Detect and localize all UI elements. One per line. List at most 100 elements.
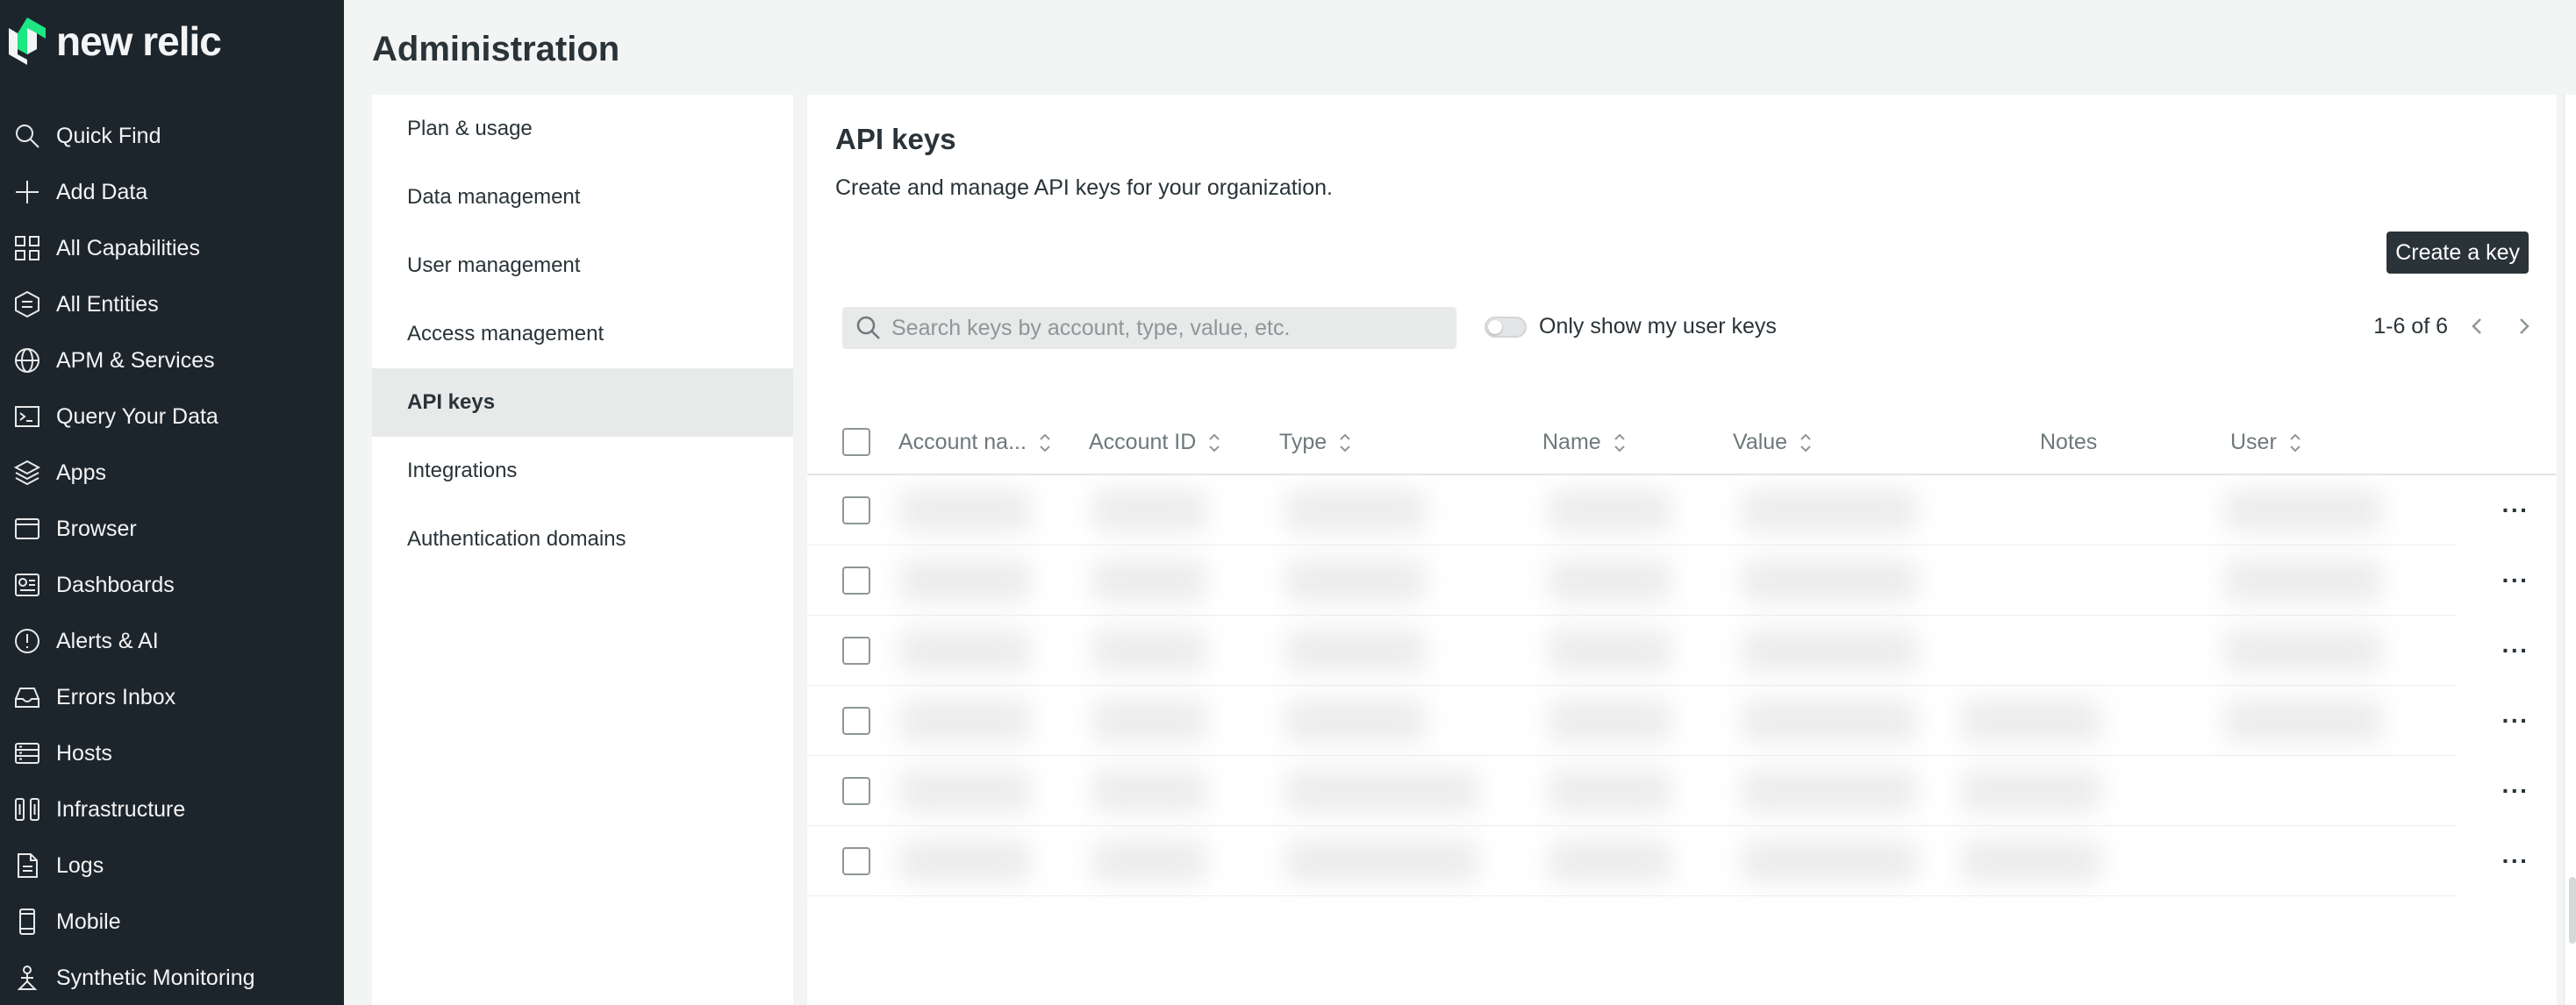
sidebar-item-all-entities[interactable]: All Entities — [0, 276, 344, 332]
redacted-row-content — [882, 833, 2444, 889]
sidebar-item-label: Infrastructure — [56, 796, 186, 822]
panel-description: Create and manage API keys for your orga… — [835, 175, 1333, 200]
table-row[interactable] — [807, 826, 2457, 896]
toggle-label: Only show my user keys — [1539, 314, 1777, 339]
table-row[interactable] — [807, 616, 2457, 686]
row-actions-button[interactable]: ··· — [2474, 545, 2557, 616]
row-checkbox[interactable] — [842, 567, 870, 595]
sort-icon — [2287, 431, 2303, 455]
mobile-icon — [11, 906, 43, 937]
sidebar-item-add-data[interactable]: Add Data — [0, 164, 344, 220]
sidebar-item-apm-services[interactable]: APM & Services — [0, 332, 344, 388]
previous-page-button[interactable] — [2462, 310, 2494, 342]
admin-menu-access-management[interactable]: Access management — [372, 300, 793, 368]
globe-icon — [11, 345, 43, 376]
table-row[interactable] — [807, 545, 2457, 616]
sidebar-item-infrastructure[interactable]: Infrastructure — [0, 781, 344, 838]
admin-menu-data-management[interactable]: Data management — [372, 163, 793, 232]
sidebar-item-query-your-data[interactable]: Query Your Data — [0, 388, 344, 445]
sidebar-item-synthetic-monitoring[interactable]: Synthetic Monitoring — [0, 950, 344, 1005]
search-box[interactable] — [842, 307, 1456, 349]
column-account-name[interactable]: Account na... — [898, 430, 1053, 455]
sidebar-item-label: Add Data — [56, 179, 148, 204]
sidebar-item-label: Browser — [56, 516, 137, 541]
pagination: 1-6 of 6 — [2373, 310, 2539, 342]
admin-menu-api-keys[interactable]: API keys — [372, 368, 793, 437]
sidebar-item-mobile[interactable]: Mobile — [0, 894, 344, 950]
new-relic-logo-icon — [9, 18, 46, 65]
sidebar-item-browser[interactable]: Browser — [0, 501, 344, 557]
column-label: User — [2230, 430, 2277, 454]
sidebar-item-apps[interactable]: Apps — [0, 445, 344, 501]
create-key-button[interactable]: Create a key — [2386, 232, 2529, 274]
sidebar-item-label: All Entities — [56, 291, 159, 317]
chevron-right-icon — [2520, 318, 2529, 334]
pagination-count: 1-6 of 6 — [2373, 313, 2448, 339]
sort-icon — [1612, 431, 1628, 455]
row-checkbox[interactable] — [842, 707, 870, 735]
redacted-row-content — [882, 482, 2444, 538]
column-label: Notes — [2040, 430, 2098, 454]
row-actions-button[interactable]: ··· — [2474, 756, 2557, 826]
sidebar-item-alerts-ai[interactable]: Alerts & AI — [0, 613, 344, 669]
search-icon — [11, 120, 43, 152]
inbox-icon — [11, 681, 43, 713]
row-checkbox[interactable] — [842, 496, 870, 524]
select-all-checkbox[interactable] — [842, 428, 870, 456]
redacted-row-content — [882, 552, 2444, 609]
sidebar-item-dashboards[interactable]: Dashboards — [0, 557, 344, 613]
user-keys-toggle-wrap[interactable]: Only show my user keys — [1485, 314, 1777, 339]
sort-icon — [1337, 431, 1353, 455]
sidebar-item-label: All Capabilities — [56, 235, 200, 260]
sidebar-item-label: Alerts & AI — [56, 628, 159, 653]
column-name[interactable]: Name — [1542, 430, 1628, 455]
column-account-id[interactable]: Account ID — [1089, 430, 1222, 455]
sidebar-item-label: Query Your Data — [56, 403, 218, 429]
sort-icon — [1798, 431, 1814, 455]
admin-menu-integrations[interactable]: Integrations — [372, 437, 793, 505]
row-checkbox[interactable] — [842, 847, 870, 875]
user-keys-toggle[interactable] — [1485, 316, 1527, 338]
column-type[interactable]: Type — [1279, 430, 1353, 455]
sidebar-item-errors-inbox[interactable]: Errors Inbox — [0, 669, 344, 725]
redacted-row-content — [882, 623, 2444, 679]
sidebar-nav: Quick Find Add Data All Capabilities All… — [0, 108, 344, 1005]
row-actions-button[interactable]: ··· — [2474, 616, 2557, 686]
sort-icon — [1206, 431, 1222, 455]
table-row[interactable] — [807, 475, 2457, 545]
sidebar-item-quick-find[interactable]: Quick Find — [0, 108, 344, 164]
redacted-row-content — [882, 763, 2444, 819]
admin-menu: Plan & usage Data management User manage… — [372, 95, 793, 1005]
admin-menu-authentication-domains[interactable]: Authentication domains — [372, 505, 793, 574]
dashboard-icon — [11, 569, 43, 601]
sidebar-item-hosts[interactable]: Hosts — [0, 725, 344, 781]
row-actions-button[interactable]: ··· — [2474, 475, 2557, 545]
sidebar-item-label: Logs — [56, 852, 104, 878]
row-actions-button[interactable]: ··· — [2474, 686, 2557, 756]
scrollbar-thumb[interactable] — [2569, 877, 2576, 944]
row-actions-button[interactable]: ··· — [2474, 826, 2557, 896]
admin-menu-plan-usage[interactable]: Plan & usage — [372, 95, 793, 163]
chevron-left-icon — [2472, 318, 2481, 334]
new-relic-logo[interactable]: new relic — [7, 16, 222, 67]
sidebar-item-label: Quick Find — [56, 123, 161, 148]
search-icon — [856, 316, 880, 339]
row-checkbox[interactable] — [842, 637, 870, 665]
search-input[interactable] — [891, 315, 1435, 341]
sidebar-item-label: Hosts — [56, 740, 112, 766]
sidebar-item-label: APM & Services — [56, 347, 215, 373]
panel-title: API keys — [835, 123, 956, 155]
admin-menu-user-management[interactable]: User management — [372, 232, 793, 300]
table-row[interactable] — [807, 686, 2457, 756]
sidebar-item-all-capabilities[interactable]: All Capabilities — [0, 220, 344, 276]
sidebar-item-label: Errors Inbox — [56, 684, 176, 709]
column-value[interactable]: Value — [1733, 430, 1814, 455]
column-user[interactable]: User — [2230, 430, 2303, 455]
column-notes: Notes — [2040, 430, 2097, 455]
sidebar-item-logs[interactable]: Logs — [0, 838, 344, 894]
column-label: Account ID — [1089, 430, 1197, 454]
row-checkbox[interactable] — [842, 777, 870, 805]
next-page-button[interactable] — [2508, 310, 2539, 342]
table-row[interactable] — [807, 756, 2457, 826]
grid-icon — [11, 232, 43, 264]
